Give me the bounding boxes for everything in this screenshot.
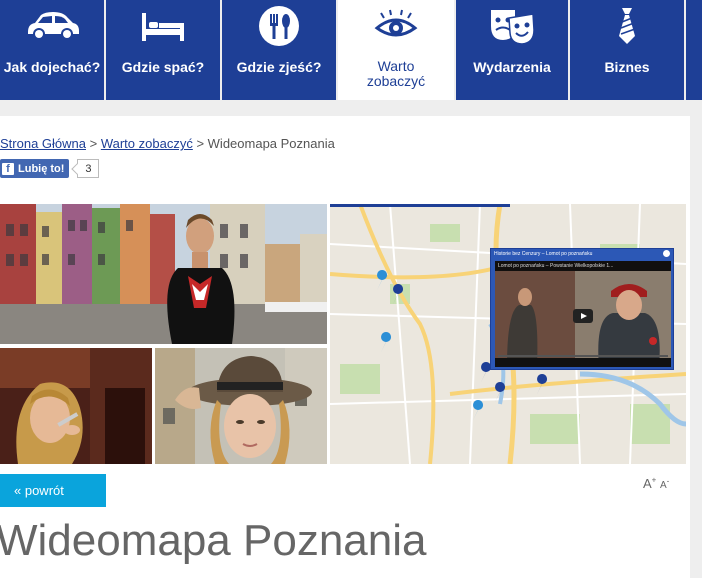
- photo-woman-hat: [155, 348, 327, 464]
- video-popup-header: Historie bez Cenzury – Lomot po poznańsk…: [494, 251, 593, 257]
- facebook-like-button[interactable]: f Lubię to!: [0, 159, 70, 178]
- breadcrumb-section-link[interactable]: Warto zobaczyć: [101, 136, 193, 151]
- photo-woman-restaurant: [0, 348, 152, 464]
- nav-item-label: Jak dojechać?: [3, 59, 101, 75]
- tie-icon: [597, 4, 657, 48]
- font-increase-button[interactable]: A+: [643, 476, 656, 491]
- nav-item-biznes[interactable]: Biznes: [570, 0, 684, 100]
- nav-item-jak-dojechac[interactable]: Jak dojechać?: [0, 0, 104, 100]
- facebook-f-icon: f: [2, 162, 14, 175]
- main-nav: Jak dojechać? Gdzie spać? Gdzie zjeść? W…: [0, 0, 702, 100]
- nav-item-warto-zobaczyc[interactable]: Warto zobaczyć: [338, 0, 454, 100]
- facebook-like-count: 3: [77, 159, 100, 178]
- breadcrumb-separator: >: [192, 136, 208, 151]
- facebook-like-label: Lubię to!: [18, 162, 65, 175]
- bed-icon: [133, 4, 193, 48]
- breadcrumb: Strona Główna > Warto zobaczyć > Wideoma…: [0, 136, 335, 151]
- video-player[interactable]: Lomot po poznańsku – Powstanie Wielkopol…: [495, 261, 671, 367]
- nav-item-gdzie-zjesc[interactable]: Gdzie zjeść?: [222, 0, 336, 100]
- hero-image[interactable]: Historie bez Cenzury – Lomot po poznańsk…: [0, 204, 686, 464]
- eye-icon: [366, 4, 426, 48]
- video-progress-bar[interactable]: [498, 355, 668, 357]
- nav-item-gdzie-spac[interactable]: Gdzie spać?: [106, 0, 220, 100]
- nav-item-label: Wydarzenia: [473, 59, 551, 75]
- nav-item-wydarzenia[interactable]: Wydarzenia: [456, 0, 568, 100]
- back-button[interactable]: « powrót: [0, 474, 106, 507]
- video-popup[interactable]: Historie bez Cenzury – Lomot po poznańsk…: [490, 248, 674, 370]
- city-map[interactable]: Historie bez Cenzury – Lomot po poznańsk…: [330, 204, 686, 464]
- facebook-like-widget: f Lubię to! 3: [0, 159, 100, 178]
- nav-item-label: Warto zobaczyć: [366, 58, 426, 89]
- nav-item-overflow[interactable]: [686, 0, 702, 100]
- nav-item-label: Gdzie zjeść?: [236, 59, 322, 75]
- nav-item-label: Gdzie spać?: [121, 59, 205, 75]
- video-controls[interactable]: [495, 358, 671, 367]
- close-icon[interactable]: [663, 250, 670, 257]
- font-size-controls: A+ A-: [643, 476, 669, 491]
- page-title: Wideomapa Poznania: [0, 516, 427, 565]
- photo-man-old-market: [0, 204, 327, 344]
- play-icon[interactable]: [573, 309, 593, 323]
- theater-masks-icon: [482, 4, 542, 48]
- nav-item-label: Biznes: [604, 59, 650, 75]
- car-icon: [22, 4, 82, 48]
- video-title: Lomot po poznańsku – Powstanie Wielkopol…: [495, 261, 671, 271]
- font-decrease-button[interactable]: A-: [660, 477, 669, 491]
- fork-knife-icon: [249, 4, 309, 48]
- breadcrumb-current: Wideomapa Poznania: [207, 136, 335, 151]
- breadcrumb-separator: >: [86, 136, 101, 151]
- breadcrumb-home-link[interactable]: Strona Główna: [0, 136, 86, 151]
- content-card: Strona Główna > Warto zobaczyć > Wideoma…: [0, 116, 690, 578]
